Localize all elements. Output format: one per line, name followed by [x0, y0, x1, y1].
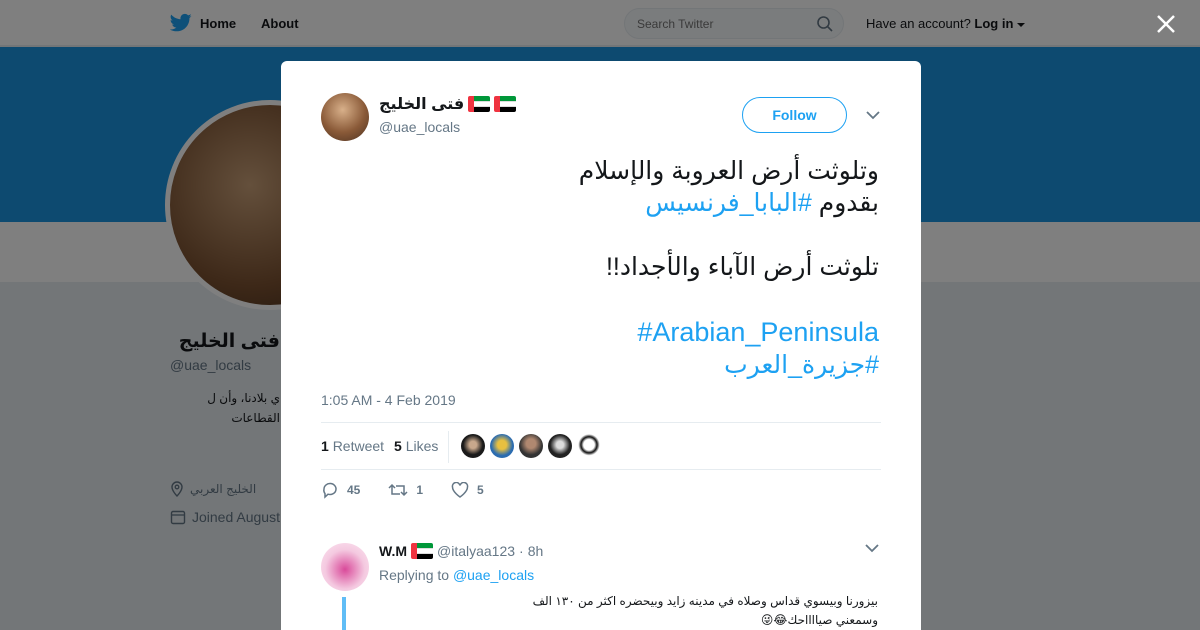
chevron-down-icon[interactable] — [865, 543, 879, 553]
heart-icon[interactable] — [451, 482, 469, 498]
liker-avatar[interactable] — [548, 434, 572, 458]
retweet-icon[interactable] — [388, 482, 408, 498]
stats-divider — [448, 431, 449, 463]
thread-line — [342, 597, 346, 630]
liker-avatar[interactable] — [577, 434, 601, 458]
hashtag-link[interactable]: #البابا_فرنسيس — [645, 189, 812, 217]
tweet-author-avatar[interactable] — [321, 93, 369, 141]
likes-stat[interactable]: 5 Likes — [394, 438, 438, 454]
tweet-timestamp[interactable]: 1:05 AM - 4 Feb 2019 — [321, 392, 456, 408]
reply-time[interactable]: 8h — [528, 543, 544, 559]
chevron-down-icon[interactable] — [866, 110, 880, 120]
reply-icon[interactable] — [321, 481, 339, 499]
liker-avatar[interactable] — [461, 434, 485, 458]
like-count: 5 — [477, 483, 484, 497]
reply-action[interactable]: 45 — [321, 481, 360, 499]
tweet-line-2: بقدوم #البابا_فرنسيس — [321, 187, 879, 219]
uae-flag-icon — [468, 96, 491, 112]
tweet-line-3: تلوثت أرض الآباء والأجداد!! — [605, 253, 879, 281]
liker-avatar[interactable] — [519, 434, 543, 458]
reply-header: W.M @italyaa123 · 8h — [379, 543, 543, 559]
tweet-author-name-row[interactable]: فتى الخليج — [379, 94, 517, 114]
tweet-stats: 1 Retweet 5 Likes — [321, 422, 881, 470]
like-action[interactable]: 5 — [451, 482, 484, 498]
hashtag-link[interactable]: #جزيرة_العرب — [321, 349, 879, 381]
liker-avatar[interactable] — [490, 434, 514, 458]
retweet-count: 1 — [416, 483, 424, 497]
tweet-modal: فتى الخليج @uae_locals Follow وتلوثت أرض… — [281, 61, 921, 630]
reply-count: 45 — [347, 483, 361, 497]
replying-to-link[interactable]: @uae_locals — [453, 567, 534, 583]
reply-separator: · — [519, 543, 524, 559]
tweet-line-2-text: بقدوم — [811, 189, 879, 217]
uae-flag-icon — [494, 96, 517, 112]
retweet-stat-label: Retweet — [332, 438, 385, 454]
replying-to: Replying to @uae_locals — [379, 567, 534, 583]
reply-text-line-1: بيزورنا وبيسوي قداس وصلاه في مدينه زايد … — [532, 594, 878, 608]
tweet-author-handle[interactable]: @uae_locals — [379, 119, 460, 135]
likes-stat-label: Likes — [405, 438, 439, 454]
replying-to-label: Replying to — [379, 567, 450, 583]
uae-flag-icon — [411, 543, 433, 559]
retweet-stat-count: 1 — [321, 438, 329, 454]
retweet-stat[interactable]: 1 Retweet — [321, 438, 384, 454]
reply-text-line-2: وسمعني صيااااحك😂😜 — [760, 613, 878, 627]
follow-button[interactable]: Follow — [742, 97, 847, 133]
reply-text: بيزورنا وبيسوي قداس وصلاه في مدينه زايد … — [379, 592, 878, 630]
reply-author-name[interactable]: W.M — [379, 543, 407, 559]
tweet-line-1: وتلوثت أرض العروبة والإسلام — [578, 157, 879, 185]
retweet-action[interactable]: 1 — [388, 482, 423, 498]
likes-stat-count: 5 — [394, 438, 402, 454]
tweet-text: وتلوثت أرض العروبة والإسلام بقدوم #الباب… — [321, 155, 879, 381]
tweet-actions: 45 1 5 — [321, 481, 512, 499]
likers-avatars — [461, 434, 601, 458]
reply-author-avatar[interactable] — [321, 543, 369, 591]
close-icon[interactable] — [1154, 12, 1178, 36]
reply-author-handle[interactable]: @italyaa123 — [437, 543, 515, 559]
tweet-author-name[interactable]: فتى الخليج — [379, 94, 464, 114]
hashtag-link[interactable]: #Arabian_Peninsula — [321, 315, 879, 349]
